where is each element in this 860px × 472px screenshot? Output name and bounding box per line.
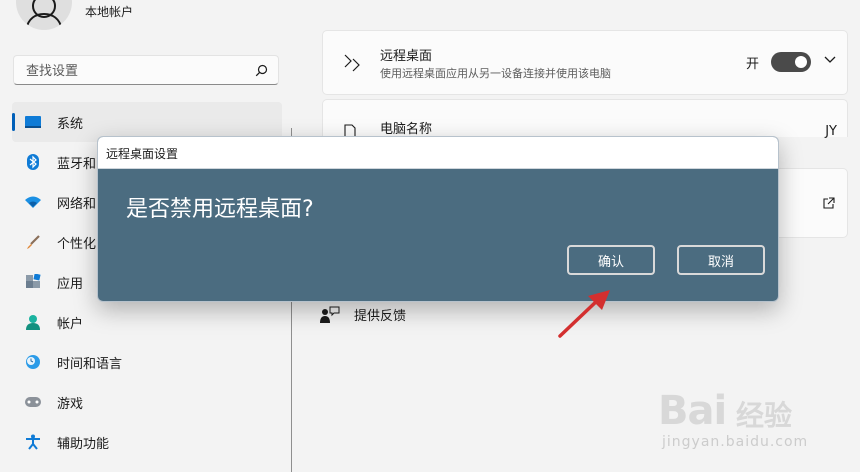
watermark-url: jingyan.baidu.com: [662, 434, 809, 450]
brush-icon: [24, 234, 42, 250]
dialog-titlebar[interactable]: 远程桌面设置: [98, 137, 778, 169]
sidebar-item-accounts[interactable]: 帐户: [12, 302, 282, 342]
disable-remote-desktop-dialog: 远程桌面设置 是否禁用远程桌面? 确认 取消: [97, 136, 779, 302]
accessibility-icon: [24, 434, 42, 450]
chevron-down-icon[interactable]: [824, 56, 836, 64]
user-icon: [25, 0, 63, 30]
annotation-arrow-icon: [558, 290, 610, 338]
watermark-sub: 经验: [736, 399, 793, 432]
remote-desktop-toggle[interactable]: [771, 52, 811, 72]
remote-desktop-subtitle: 使用远程桌面应用从另一设备连接并使用该电脑: [380, 67, 611, 80]
page-title-cropped-glyphs: [322, 0, 552, 6]
sidebar-item-label: 蓝牙和: [57, 156, 97, 172]
search-box[interactable]: [13, 55, 279, 85]
cancel-button[interactable]: 取消: [677, 245, 765, 275]
toggle-state-label: 开: [745, 57, 759, 72]
dialog-question: 是否禁用远程桌面?: [126, 197, 314, 222]
sidebar-item-gaming[interactable]: 游戏: [12, 382, 282, 422]
wifi-icon: [24, 194, 42, 210]
remote-desktop-card[interactable]: 远程桌面 使用远程桌面应用从另一设备连接并使用该电脑 开: [322, 30, 848, 95]
sidebar-item-label: 游戏: [57, 396, 84, 412]
apps-icon: [24, 274, 42, 290]
sidebar-item-time-language[interactable]: 时间和语言: [12, 342, 282, 382]
bluetooth-icon: [24, 154, 42, 170]
page-title-partial: [322, 0, 552, 13]
system-icon: [24, 114, 42, 130]
feedback-label: 提供反馈: [354, 309, 407, 324]
account-label: 本地帐户: [85, 5, 134, 19]
pc-name-title: 电脑名称: [380, 122, 433, 137]
confirm-button[interactable]: 确认: [567, 245, 655, 275]
sidebar-item-label: 个性化: [57, 236, 97, 252]
search-input[interactable]: [24, 61, 248, 81]
pc-name-card: 电脑名称 JY: [322, 99, 848, 139]
remote-desktop-title: 远程桌面: [380, 49, 433, 64]
sidebar-item-label: 应用: [57, 276, 84, 292]
sidebar-item-label: 辅助功能: [57, 436, 110, 452]
gamepad-icon: [24, 394, 42, 410]
time-language-icon: [24, 354, 42, 370]
sidebar-item-label: 时间和语言: [57, 356, 123, 372]
sidebar-item-label: 帐户: [57, 316, 84, 332]
pc-name-value: JY: [825, 124, 837, 139]
sidebar-item-accessibility[interactable]: 辅助功能: [12, 422, 282, 462]
sidebar-item-label: 系统: [57, 116, 84, 132]
watermark-brand: Bai: [658, 388, 727, 434]
avatar[interactable]: [16, 0, 72, 30]
account-icon: [24, 314, 42, 330]
baidu-watermark: Bai 经验 jingyan.baidu.com: [658, 378, 858, 472]
search-icon[interactable]: [255, 64, 268, 77]
external-link-icon[interactable]: [822, 197, 835, 210]
remote-desktop-icon: [344, 54, 360, 72]
dialog-title: 远程桌面设置: [106, 147, 179, 161]
feedback-icon: [320, 306, 340, 323]
sidebar-item-label: 网络和: [57, 196, 97, 212]
feedback-link[interactable]: 提供反馈: [320, 305, 406, 324]
